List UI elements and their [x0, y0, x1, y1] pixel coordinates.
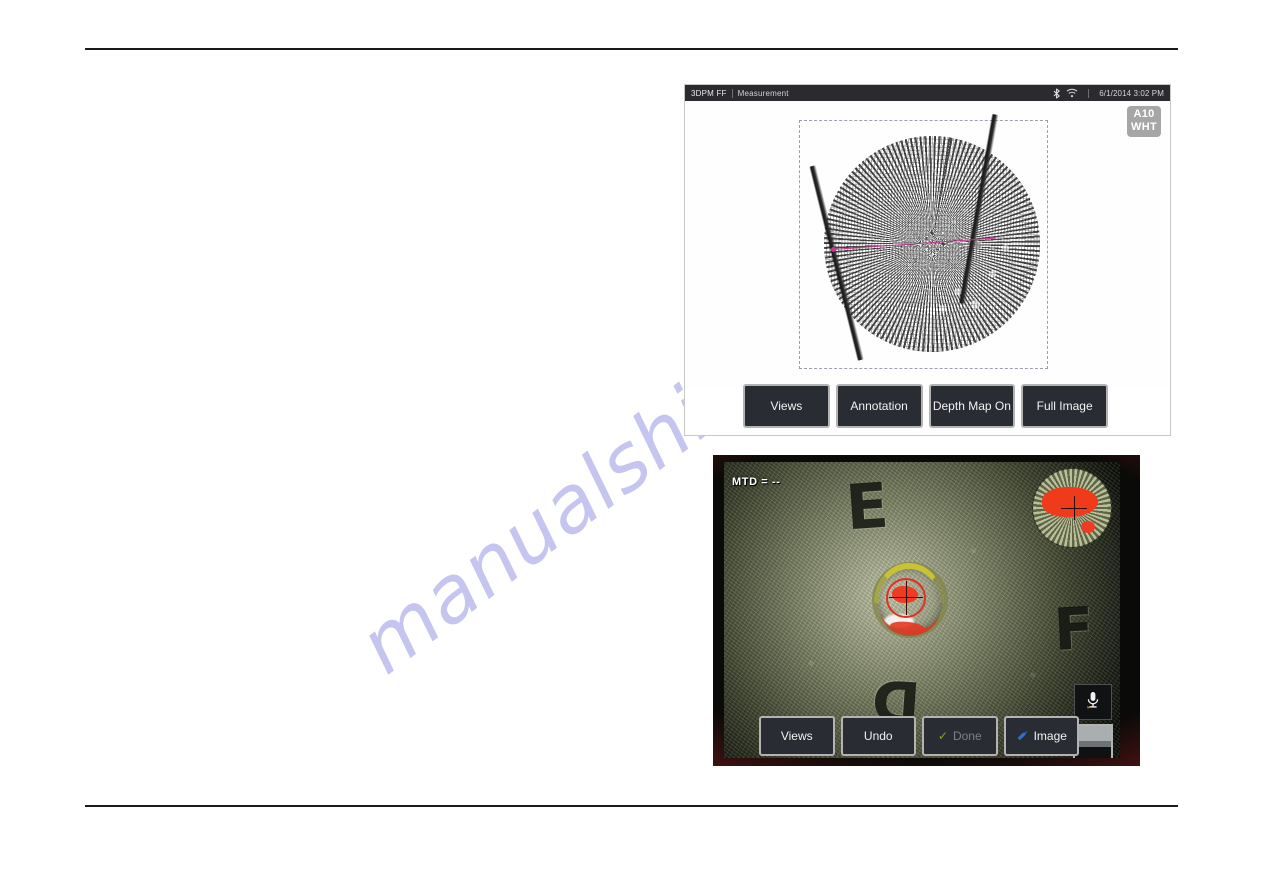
- depth-map-on-button[interactable]: Depth Map On: [928, 384, 1016, 428]
- titlebar-divider: [731, 88, 733, 98]
- probe-tip-color-label: WHT: [1131, 121, 1157, 133]
- probe-tip-model-label: A10: [1133, 108, 1155, 120]
- undo-button[interactable]: Undo: [840, 716, 916, 756]
- full-image-button[interactable]: Full Image: [1021, 384, 1108, 428]
- etched-letter-e: E: [843, 468, 891, 545]
- point-cloud-disc: [824, 136, 1040, 352]
- magnifier-depth-blob: [1042, 487, 1098, 517]
- microphone-icon: [1085, 690, 1101, 715]
- datetime-label: 6/1/2014 3:02 PM: [1099, 88, 1164, 98]
- page-footer-rule: [85, 805, 1178, 807]
- views-button-label: Views: [780, 729, 813, 743]
- image-button[interactable]: Image: [1003, 716, 1079, 756]
- magnifier-depth-blob-small: [1081, 521, 1095, 533]
- wifi-icon: [1066, 88, 1078, 98]
- app-name-label: 3DPM FF: [691, 88, 727, 98]
- depthmap-softkey-bar: Views Annotation Depth Map On Full Image: [743, 384, 1108, 428]
- depth-overlay-blob: [892, 586, 918, 603]
- measurement-crosshair-vertical: [906, 581, 907, 615]
- depth-map-screen: 3DPM FF Measurement 6/1/2014 3:02 PM A10…: [684, 84, 1171, 436]
- annotation-button-label: Annotation: [850, 399, 908, 413]
- bluetooth-icon: [1053, 87, 1061, 99]
- microphone-button[interactable]: [1074, 684, 1112, 720]
- page-header-rule: [85, 48, 1178, 50]
- magnifier-crosshair-vertical: [1074, 496, 1075, 520]
- full-image-button-label: Full Image: [1036, 399, 1093, 413]
- image-button-label: Image: [1033, 729, 1067, 743]
- views-button-label: Views: [770, 399, 803, 413]
- depth-profile-cursor[interactable]: [831, 247, 836, 252]
- probe-tip-badge: A10 WHT: [1127, 106, 1161, 137]
- mtd-readout-label: MTD = --: [732, 476, 781, 488]
- titlebar-divider-2: [1088, 88, 1090, 98]
- done-button-label: Done: [952, 729, 982, 743]
- thumbnail-preview-image: [1075, 726, 1111, 758]
- live-measurement-screen: E F D MTD = -- Views Undo ✓ Done Image: [713, 455, 1140, 766]
- thumbnail-preview-button[interactable]: [1073, 724, 1113, 758]
- depth-map-canvas[interactable]: A10 WHT: [685, 101, 1170, 388]
- live-video-view[interactable]: E F D MTD = --: [724, 462, 1120, 758]
- depthmap-titlebar: 3DPM FF Measurement 6/1/2014 3:02 PM: [685, 85, 1170, 101]
- done-button[interactable]: ✓ Done: [922, 716, 998, 756]
- views-button[interactable]: Views: [759, 716, 835, 756]
- check-icon: ✓: [937, 729, 948, 743]
- undo-button-label: Undo: [863, 729, 893, 743]
- tag-icon: [1016, 730, 1029, 742]
- views-button[interactable]: Views: [743, 384, 830, 428]
- live-softkey-bar: Views Undo ✓ Done Image: [759, 716, 1079, 756]
- depth-map-on-button-label: Depth Map On: [932, 399, 1011, 413]
- titlebar-status-area: 6/1/2014 3:02 PM: [1053, 87, 1164, 99]
- magnifier-inset: [1032, 468, 1112, 548]
- etched-letter-f: F: [1052, 594, 1096, 664]
- screen-mode-label: Measurement: [737, 88, 789, 98]
- annotation-button[interactable]: Annotation: [835, 384, 923, 428]
